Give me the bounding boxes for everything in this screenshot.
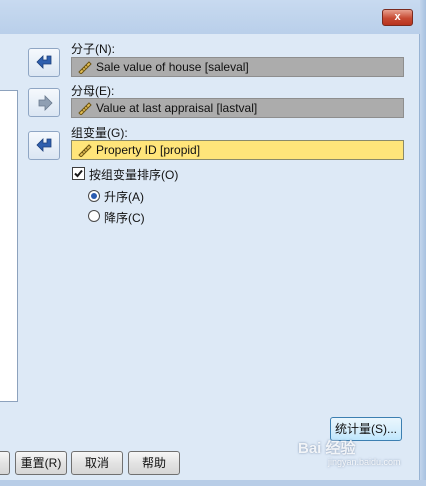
ascending-radio[interactable] xyxy=(88,190,100,202)
cancel-button[interactable]: 取消 xyxy=(71,451,123,475)
numerator-label: 分子(N): xyxy=(71,42,115,56)
radio-selected-dot xyxy=(91,193,97,199)
watermark: Bai 经验 jingyan.baidu.com xyxy=(298,437,418,473)
move-to-group-button[interactable] xyxy=(28,131,60,160)
sort-by-group-checkbox[interactable] xyxy=(72,167,85,180)
descending-radio[interactable] xyxy=(88,210,100,222)
denominator-label: 分母(E): xyxy=(71,84,115,98)
watermark-sub: jingyan.baidu.com xyxy=(328,457,401,467)
descending-label: 降序(C) xyxy=(104,211,145,225)
group-value: Property ID [propid] xyxy=(96,143,201,157)
window-frame-right xyxy=(420,0,426,486)
numerator-value: Sale value of house [saleval] xyxy=(96,60,249,74)
denominator-value: Value at last appraisal [lastval] xyxy=(96,101,258,115)
partial-button[interactable] xyxy=(0,451,10,475)
ruler-icon xyxy=(78,144,92,157)
sort-by-group-label: 按组变量排序(O) xyxy=(89,168,179,182)
source-variable-list[interactable] xyxy=(0,90,18,402)
reset-button[interactable]: 重置(R) xyxy=(15,451,67,475)
arrow-left-icon xyxy=(36,55,52,69)
close-icon: x xyxy=(394,11,401,23)
move-to-numerator-button[interactable] xyxy=(28,48,60,77)
ascending-label: 升序(A) xyxy=(104,190,144,204)
close-button[interactable]: x xyxy=(382,9,413,26)
arrow-left-icon xyxy=(36,138,52,152)
group-label: 组变量(G): xyxy=(71,126,128,140)
numerator-field[interactable]: Sale value of house [saleval] xyxy=(71,57,404,77)
arrow-right-icon xyxy=(38,95,53,111)
checkmark-icon xyxy=(74,169,83,178)
denominator-field[interactable]: Value at last appraisal [lastval] xyxy=(71,98,404,118)
help-button[interactable]: 帮助 xyxy=(128,451,180,475)
window-frame-bottom xyxy=(0,480,426,486)
dialog-body: 分子(N): Sale value of house [saleval] 分母(… xyxy=(0,34,420,480)
watermark-main: Bai 经验 xyxy=(298,440,356,457)
group-field[interactable]: Property ID [propid] xyxy=(71,140,404,160)
title-bar: x xyxy=(0,0,426,34)
ruler-icon xyxy=(78,102,92,115)
ruler-icon xyxy=(78,61,92,74)
move-to-denominator-button[interactable] xyxy=(28,88,60,117)
